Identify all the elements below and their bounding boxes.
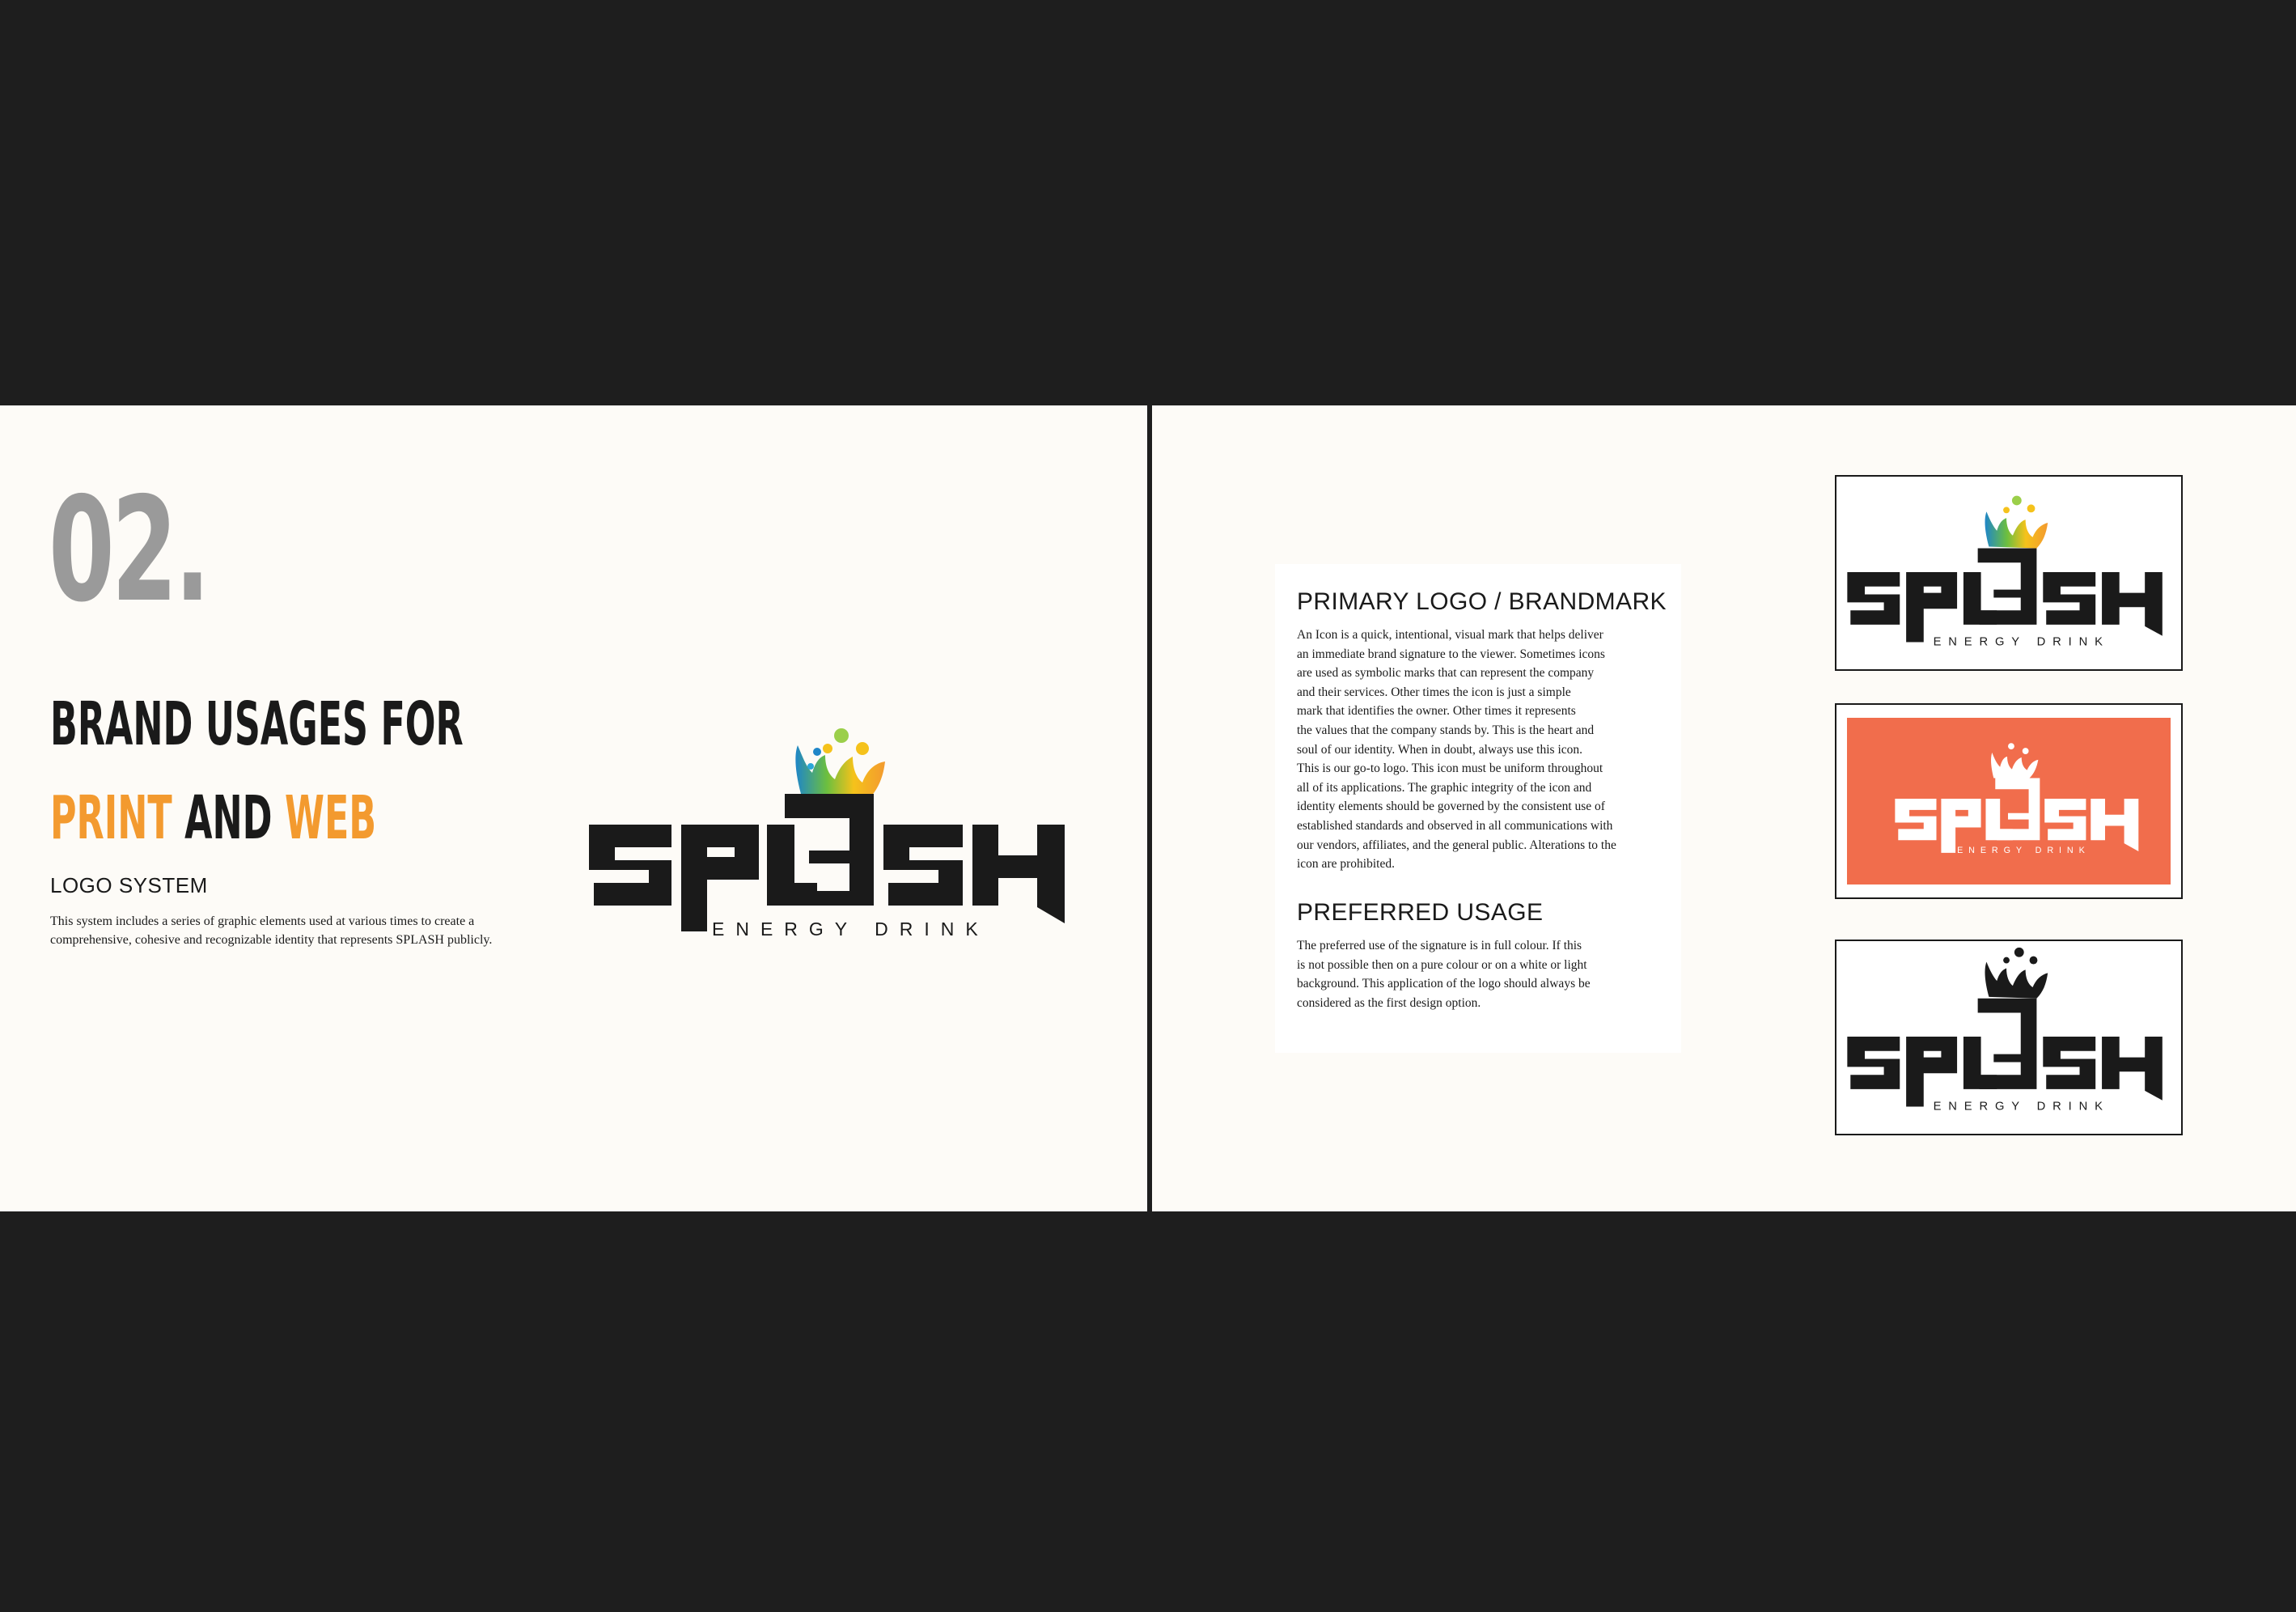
headline-print: PRINT — [50, 783, 172, 853]
headline-line-2: PRINT AND WEB — [50, 788, 376, 848]
svg-text:ENERGY DRINK: ENERGY DRINK — [712, 918, 989, 940]
splash-logo-color: ENERGY DRINK — [1847, 495, 2163, 648]
svg-text:ENERGY DRINK: ENERGY DRINK — [1934, 1100, 2110, 1113]
splash-wordmark: ENERGY DRINK — [1847, 548, 2163, 648]
splash-crown-icon — [1985, 495, 2048, 549]
splash-wordmark: ENERGY DRINK — [1847, 998, 2163, 1113]
logo-variant-full-color: ENERGY DRINK — [1835, 475, 2183, 671]
splash-crown-icon — [795, 728, 885, 799]
section-number: 02. — [49, 466, 210, 634]
headline-line-1: BRAND USAGES FOR — [50, 689, 464, 759]
logo-system-title: LOGO SYSTEM — [50, 873, 208, 897]
preferred-usage-body: The preferred use of the signature is in… — [1297, 939, 1591, 1010]
logo-system-body: This system includes a series of graphic… — [50, 914, 493, 947]
logo-variant-black: ENERGY DRINK — [1835, 940, 2183, 1135]
primary-logo-heading: PRIMARY LOGO / BRANDMARK — [1297, 588, 1667, 615]
headline-web: WEB — [285, 783, 377, 853]
spread: 02. BRAND USAGES FOR PRINT AND WEB LOGO … — [0, 0, 2296, 1612]
brandmark-text-card: PRIMARY LOGO / BRANDMARK An Icon is a qu… — [1275, 564, 1681, 1053]
primary-logo-body: An Icon is a quick, intentional, visual … — [1297, 628, 1616, 872]
splash-crown-icon — [1991, 743, 2039, 778]
svg-text:ENERGY DRINK: ENERGY DRINK — [1957, 846, 2091, 855]
svg-text:ENERGY DRINK: ENERGY DRINK — [1934, 635, 2110, 648]
splash-logo-white: ENERGY DRINK — [1895, 743, 2139, 855]
headline-and: AND — [184, 783, 273, 853]
right-page: PRIMARY LOGO / BRANDMARK An Icon is a qu… — [1152, 405, 2296, 1211]
left-page: 02. BRAND USAGES FOR PRINT AND WEB LOGO … — [0, 405, 1147, 1211]
splash-wordmark: ENERGY DRINK — [589, 794, 1065, 940]
splash-logo-black: ENERGY DRINK — [1847, 947, 2163, 1113]
splash-crown-icon — [1985, 947, 2048, 999]
logo-variant-on-color: ENERGY DRINK — [1835, 703, 2183, 899]
splash-wordmark: ENERGY DRINK — [1895, 778, 2139, 855]
preferred-usage-heading: PREFERRED USAGE — [1297, 899, 1544, 926]
splash-logo-color: ENERGY DRINK — [589, 728, 1065, 940]
